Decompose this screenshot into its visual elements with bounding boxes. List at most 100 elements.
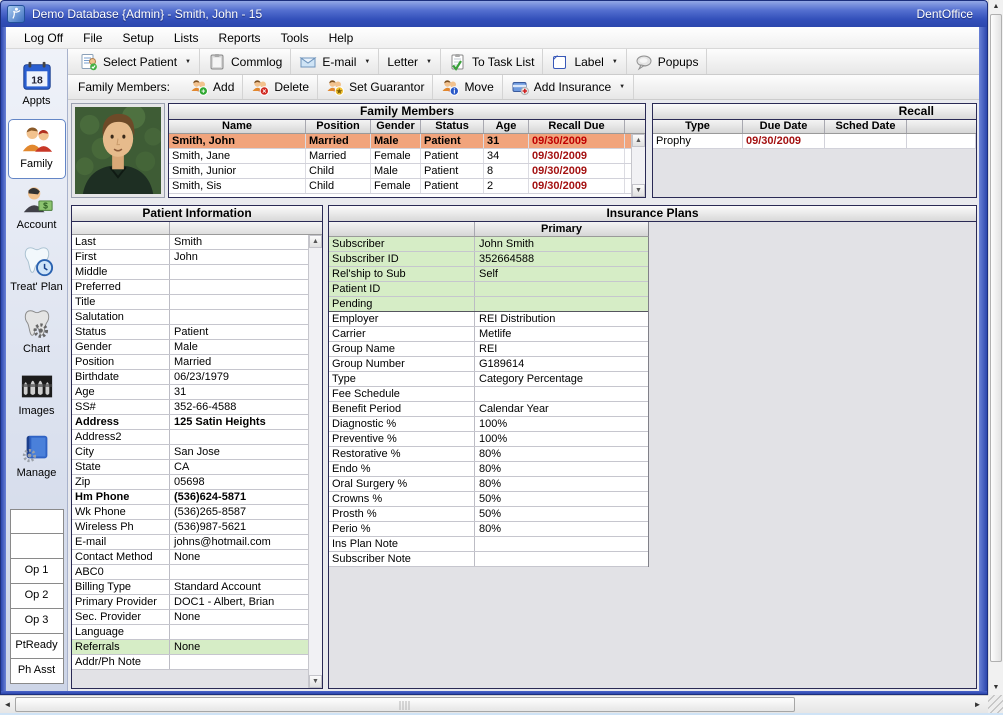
horizontal-scroll-thumb[interactable] [15,697,795,712]
patient-info-row-middle[interactable]: Middle [72,265,308,280]
op-cell-empty[interactable] [10,534,64,559]
column-header-type[interactable]: Type [653,120,743,133]
sidebar-module-manage[interactable]: Manage [8,429,66,491]
delete-button[interactable]: ×Delete [243,75,318,99]
patient-info-row-wireless-ph[interactable]: Wireless Ph(536)987-5621 [72,520,308,535]
patient-info-row-age[interactable]: Age31 [72,385,308,400]
dropdown-arrow-icon[interactable]: ▼ [361,59,370,65]
e-mail-button[interactable]: E-mail▼ [291,49,379,74]
set-guarantor-button[interactable]: ★Set Guarantor [318,75,433,99]
insurance-row-type[interactable]: TypeCategory Percentage [329,372,648,387]
scroll-down-icon[interactable]: ▼ [632,184,645,197]
column-header-gender[interactable]: Gender [371,120,421,133]
patient-info-row-gender[interactable]: GenderMale [72,340,308,355]
insurance-row-perio[interactable]: Perio %80% [329,522,648,537]
patient-info-row-ss[interactable]: SS#352-66-4588 [72,400,308,415]
insurance-row-crowns[interactable]: Crowns %50% [329,492,648,507]
insurance-row-diagnostic[interactable]: Diagnostic %100% [329,417,648,432]
move-button[interactable]: iMove [433,75,502,99]
outer-vertical-scrollbar[interactable]: ▲ ▼ [988,0,1003,695]
insurance-row-prosth[interactable]: Prosth %50% [329,507,648,522]
patient-info-row-first[interactable]: FirstJohn [72,250,308,265]
dropdown-arrow-icon[interactable]: ▼ [616,84,625,90]
sidebar-module-family[interactable]: Family [8,119,66,179]
patient-info-row-addr-ph-note[interactable]: Addr/Ph Note [72,655,308,670]
insurance-row-fee-schedule[interactable]: Fee Schedule [329,387,648,402]
sidebar-module-appts[interactable]: 18Appts [8,57,66,119]
scroll-left-icon[interactable]: ◄ [0,700,15,709]
column-header-due-date[interactable]: Due Date [743,120,825,133]
patient-info-scrollbar[interactable]: ▲ ▼ [308,235,322,688]
family-member-row-smith-junior[interactable]: Smith, JuniorChildMalePatient809/30/2009 [169,164,631,179]
insurance-row-preventive[interactable]: Preventive %100% [329,432,648,447]
patient-info-row-referrals[interactable]: ReferralsNone [72,640,308,655]
scroll-up-icon[interactable]: ▲ [309,235,322,248]
insurance-row-subscriber-id[interactable]: Subscriber ID352664588 [329,252,648,267]
patient-info-row-sec-provider[interactable]: Sec. ProviderNone [72,610,308,625]
recall-row-prophy[interactable]: Prophy09/30/2009 [653,134,976,149]
patient-info-row-language[interactable]: Language [72,625,308,640]
column-header-age[interactable]: Age [484,120,529,133]
dropdown-arrow-icon[interactable]: ▼ [182,59,191,65]
label-button[interactable]: Label▼ [543,49,626,74]
letter-button[interactable]: Letter▼ [379,49,441,74]
insurance-row-ins-plan-note[interactable]: Ins Plan Note [329,537,648,552]
resize-grip[interactable] [988,695,1003,713]
menu-item-help[interactable]: Help [319,31,364,45]
patient-info-row-title[interactable]: Title [72,295,308,310]
patient-info-row-hm-phone[interactable]: Hm Phone(536)624-5871 [72,490,308,505]
scroll-down-icon[interactable]: ▼ [309,675,322,688]
insurance-row-employer[interactable]: EmployerREI Distribution [329,312,648,327]
add-button[interactable]: +Add [182,75,243,99]
patient-info-row-address[interactable]: Address125 Satin Heights [72,415,308,430]
popups-button[interactable]: Popups [627,49,708,74]
dropdown-arrow-icon[interactable]: ▼ [423,59,432,65]
sidebar-module-account[interactable]: $Account [8,181,66,243]
insurance-row-carrier[interactable]: CarrierMetlife [329,327,648,342]
op-button-op-2[interactable]: Op 2 [10,584,64,609]
column-header-sched-date[interactable]: Sched Date [825,120,907,133]
sidebar-module-treat-plan[interactable]: Treat' Plan [8,243,66,305]
patient-info-row-zip[interactable]: Zip05698 [72,475,308,490]
insurance-row-patient-id[interactable]: Patient ID [329,282,648,297]
insurance-row-restorative[interactable]: Restorative %80% [329,447,648,462]
menu-item-tools[interactable]: Tools [271,31,319,45]
menu-item-setup[interactable]: Setup [112,31,163,45]
insurance-row-group-number[interactable]: Group NumberG189614 [329,357,648,372]
patient-info-row-address2[interactable]: Address2 [72,430,308,445]
scroll-right-icon[interactable]: ► [970,700,985,709]
op-button-ph-asst[interactable]: Ph Asst [10,659,64,684]
family-member-row-smith-jane[interactable]: Smith, JaneMarriedFemalePatient3409/30/2… [169,149,631,164]
dropdown-arrow-icon[interactable]: ▼ [609,59,618,65]
patient-info-row-preferred[interactable]: Preferred [72,280,308,295]
column-header-position[interactable]: Position [306,120,371,133]
to-task-list-button[interactable]: To Task List [441,49,543,74]
menu-item-log-off[interactable]: Log Off [14,31,73,45]
op-button-ptready[interactable]: PtReady [10,634,64,659]
insurance-row-endo[interactable]: Endo %80% [329,462,648,477]
scroll-up-icon[interactable]: ▲ [632,134,645,147]
patient-info-row-billing-type[interactable]: Billing TypeStandard Account [72,580,308,595]
patient-info-row-state[interactable]: StateCA [72,460,308,475]
patient-info-row-contact-method[interactable]: Contact MethodNone [72,550,308,565]
column-header-status[interactable]: Status [421,120,484,133]
patient-info-row-position[interactable]: PositionMarried [72,355,308,370]
insurance-row-subscriber[interactable]: SubscriberJohn Smith [329,237,648,252]
op-cell-empty[interactable] [10,509,64,534]
patient-info-row-status[interactable]: StatusPatient [72,325,308,340]
patient-info-row-e-mail[interactable]: E-mailjohns@hotmail.com [72,535,308,550]
sidebar-module-images[interactable]: Images [8,367,66,429]
commlog-button[interactable]: Commlog [200,49,291,74]
patient-info-row-city[interactable]: CitySan Jose [72,445,308,460]
op-button-op-3[interactable]: Op 3 [10,609,64,634]
insurance-row-group-name[interactable]: Group NameREI [329,342,648,357]
sidebar-module-chart[interactable]: Chart [8,305,66,367]
outer-horizontal-scrollbar[interactable]: ◄ ► [0,695,988,713]
family-member-row-smith-john[interactable]: Smith, JohnMarriedMalePatient3109/30/200… [169,134,631,149]
family-grid-scrollbar[interactable]: ▲ ▼ [631,134,645,197]
patient-info-row-salutation[interactable]: Salutation [72,310,308,325]
menu-item-file[interactable]: File [73,31,112,45]
select-patient-button[interactable]: Select Patient▼ [72,49,200,74]
family-member-row-smith-sis[interactable]: Smith, SisChildFemalePatient209/30/2009 [169,179,631,194]
insurance-row-rel-ship-to-sub[interactable]: Rel'ship to SubSelf [329,267,648,282]
